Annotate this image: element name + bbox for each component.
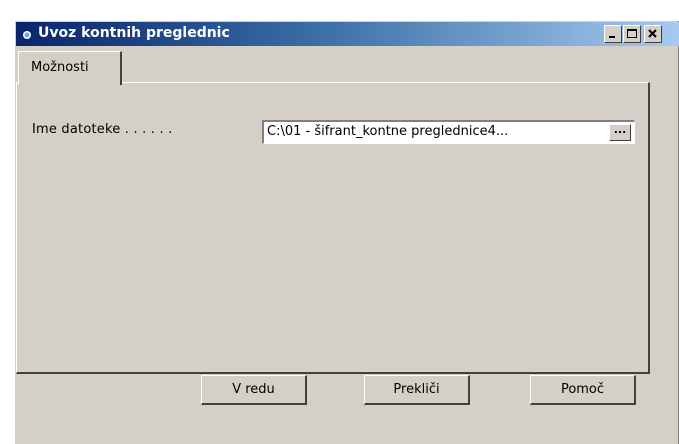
tab-label: Možnosti <box>31 60 89 75</box>
title-bar[interactable]: Uvoz kontnih preglednic <box>16 22 679 46</box>
file-name-label: Ime datoteke . . . . . . <box>32 122 173 137</box>
help-button[interactable]: Pomoč <box>530 375 636 405</box>
cancel-button[interactable]: Prekliči <box>364 375 470 405</box>
close-icon <box>648 29 657 38</box>
minimize-icon <box>609 36 615 38</box>
maximize-button[interactable] <box>623 25 641 43</box>
ok-button[interactable]: V redu <box>201 375 307 405</box>
app-icon <box>22 29 32 39</box>
browse-button[interactable]: ... <box>609 124 631 141</box>
close-button[interactable] <box>644 25 662 43</box>
window-title: Uvoz kontnih preglednic <box>38 25 230 41</box>
maximize-icon <box>627 29 637 38</box>
minimize-button[interactable] <box>604 25 622 43</box>
file-name-field[interactable]: C:\01 - šifrant_kontne preglednice4... .… <box>262 120 635 144</box>
tab-moznosti[interactable]: Možnosti <box>18 51 122 85</box>
file-name-value: C:\01 - šifrant_kontne preglednice4... <box>267 124 509 139</box>
